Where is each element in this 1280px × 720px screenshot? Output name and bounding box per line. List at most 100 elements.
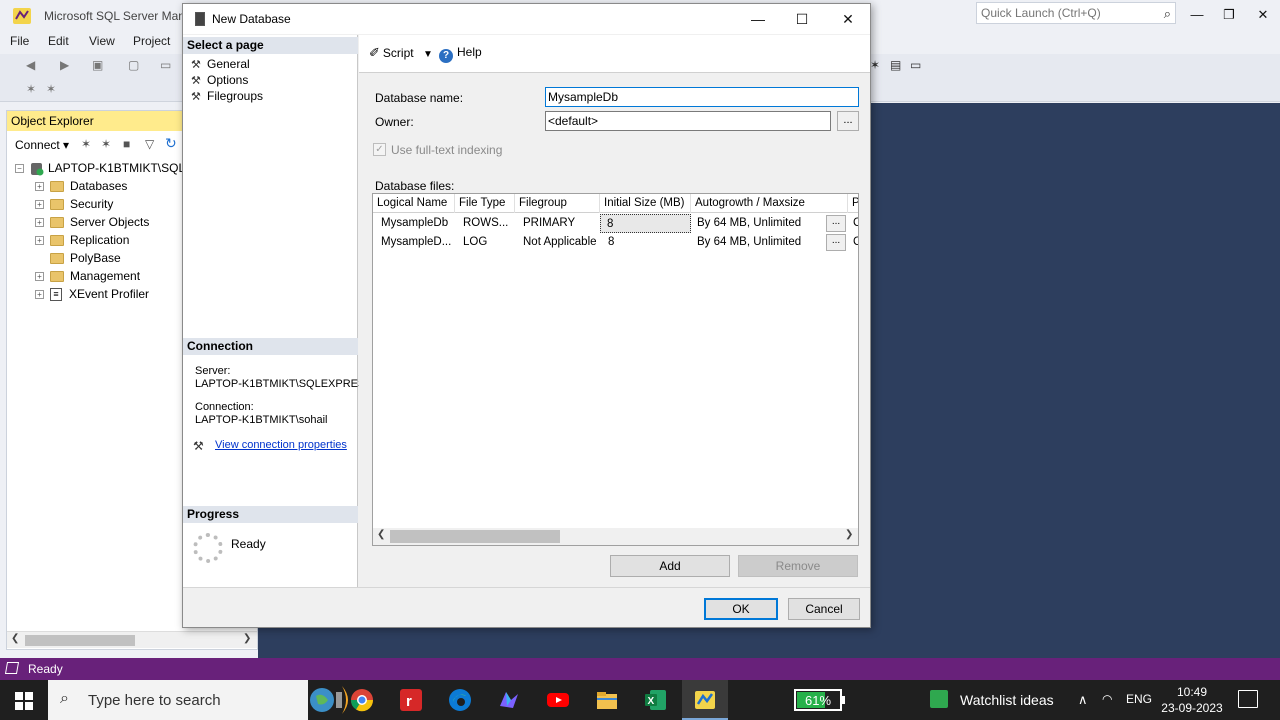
ssms-taskbar-icon[interactable] (693, 688, 717, 712)
start-button[interactable] (0, 680, 48, 720)
cell-initial-size[interactable]: 8 (600, 214, 691, 233)
copilot-icon[interactable] (497, 688, 521, 712)
collapse-icon[interactable]: − (15, 164, 24, 174)
fulltext-checkbox[interactable]: ✓ (373, 143, 386, 156)
col-path[interactable]: P (848, 194, 858, 213)
dialog-close-button[interactable]: ✕ (826, 7, 870, 31)
menu-edit[interactable]: Edit (48, 34, 69, 48)
table-row[interactable]: MysampleD... LOG Not Applicable 8 By 64 … (373, 233, 858, 252)
page-filegroups[interactable]: ⚒ Filegroups (191, 88, 263, 104)
new-project-icon[interactable]: ▣ (92, 58, 103, 72)
new-item-icon[interactable]: ▢ (128, 58, 139, 72)
wifi-icon[interactable]: ◠ (1102, 692, 1112, 706)
expand-icon[interactable]: + (35, 272, 44, 282)
help-button[interactable]: ? Help (439, 45, 482, 63)
taskbar-search[interactable]: ⌕ Type here to search (48, 680, 348, 720)
grid-hscrollbar[interactable]: ❮ ❯ (373, 528, 858, 545)
owner-browse-button[interactable]: ... (837, 111, 859, 131)
col-logical-name[interactable]: Logical Name (373, 194, 455, 213)
toolbar-tool-icon[interactable]: ✶ (870, 58, 880, 72)
edge-icon[interactable] (448, 688, 472, 712)
connect-object-icon[interactable]: ✶ (81, 137, 91, 151)
open-icon[interactable]: ▭ (160, 58, 171, 72)
menu-view[interactable]: View (89, 34, 115, 48)
connect-dropdown[interactable]: Connect ▾ (15, 138, 69, 152)
cancel-button[interactable]: Cancel (788, 598, 860, 620)
cell-path[interactable]: C (851, 214, 858, 233)
menu-file[interactable]: File (10, 34, 29, 48)
scroll-thumb[interactable] (390, 530, 560, 543)
chrome-icon[interactable] (350, 688, 374, 712)
ok-button[interactable]: OK (704, 598, 778, 620)
tree-node-replication[interactable]: + Replication (35, 231, 129, 249)
cell-file-type[interactable]: LOG (455, 233, 515, 252)
minimize-button[interactable]: — (1180, 4, 1214, 26)
cell-initial-size[interactable]: 8 (600, 233, 691, 252)
autogrowth-edit-button[interactable]: ... (826, 234, 846, 251)
col-initial-size[interactable]: Initial Size (MB) (600, 194, 691, 213)
expand-icon[interactable]: + (35, 200, 44, 210)
refresh-icon[interactable]: ↻ (165, 135, 177, 152)
cell-filegroup[interactable]: PRIMARY (515, 214, 600, 233)
scroll-thumb[interactable] (25, 635, 135, 646)
object-explorer-hscrollbar[interactable]: ❮ ❯ (7, 631, 257, 648)
scroll-left-icon[interactable]: ❮ (11, 633, 19, 644)
language-indicator[interactable]: ENG (1126, 692, 1152, 706)
col-filegroup[interactable]: Filegroup (515, 194, 600, 213)
stop-icon[interactable]: ■ (123, 137, 130, 151)
tree-node-polybase[interactable]: PolyBase (50, 249, 121, 267)
cell-logical-name[interactable]: MysampleDb (373, 214, 455, 233)
chevron-down-icon[interactable]: ▼ (423, 49, 433, 60)
expand-icon[interactable]: + (35, 290, 44, 300)
restore-button[interactable]: ❐ (1212, 4, 1246, 26)
tree-server-node[interactable]: − LAPTOP-K1BTMIKT\SQLE (15, 159, 193, 177)
expand-icon[interactable]: + (35, 236, 44, 246)
disconnect-icon[interactable]: ✶ (46, 82, 56, 96)
toolbar-tool3-icon[interactable]: ▭ (910, 58, 921, 72)
rediff-icon[interactable]: r (399, 688, 423, 712)
script-button[interactable]: ✐ Script ▼ (369, 45, 433, 61)
stock-chart-icon[interactable] (930, 690, 948, 708)
col-autogrowth[interactable]: Autogrowth / Maxsize (691, 194, 848, 213)
excel-icon[interactable]: X (644, 688, 668, 712)
tree-node-xevent-profiler[interactable]: + ≡ XEvent Profiler (35, 285, 149, 303)
connect-icon[interactable]: ✶ (26, 82, 36, 96)
filter-icon[interactable]: ▽ (145, 137, 154, 151)
tree-node-management[interactable]: + Management (35, 267, 140, 285)
col-file-type[interactable]: File Type (455, 194, 515, 213)
clock[interactable]: 10:49 23-09-2023 (1160, 684, 1224, 716)
tree-node-server-objects[interactable]: + Server Objects (35, 213, 149, 231)
search-icon[interactable]: ⌕ (1164, 6, 1171, 22)
file-explorer-icon[interactable] (595, 688, 619, 712)
chevron-up-icon[interactable]: ∧ (1078, 692, 1088, 708)
owner-input[interactable] (545, 111, 831, 131)
scroll-right-icon[interactable]: ❯ (845, 529, 853, 540)
dialog-maximize-button[interactable]: ☐ (780, 7, 824, 31)
tree-node-databases[interactable]: + Databases (35, 177, 127, 195)
quick-launch[interactable]: ⌕ (976, 2, 1176, 24)
quick-launch-input[interactable] (977, 3, 1147, 23)
expand-icon[interactable]: + (35, 218, 44, 228)
toolbar-tool2-icon[interactable]: ▤ (890, 58, 901, 72)
youtube-icon[interactable] (546, 688, 570, 712)
expand-icon[interactable]: + (35, 182, 44, 192)
disconnect-object-icon[interactable]: ✶ (101, 137, 111, 151)
view-connection-properties-link[interactable]: View connection properties (215, 439, 347, 451)
cell-file-type[interactable]: ROWS... (455, 214, 515, 233)
database-name-input[interactable] (545, 87, 859, 107)
page-options[interactable]: ⚒ Options (191, 72, 248, 88)
add-button[interactable]: Add (610, 555, 730, 577)
cell-logical-name[interactable]: MysampleD... (373, 233, 455, 252)
scroll-right-icon[interactable]: ❯ (243, 633, 251, 644)
menu-project[interactable]: Project (133, 34, 170, 48)
scroll-left-icon[interactable]: ❮ (377, 529, 385, 540)
autogrowth-edit-button[interactable]: ... (826, 215, 846, 232)
dialog-minimize-button[interactable]: — (736, 7, 780, 31)
cell-path[interactable]: C (851, 233, 858, 252)
back-icon[interactable]: ◀ (26, 58, 35, 72)
tree-node-security[interactable]: + Security (35, 195, 113, 213)
watchlist-widget[interactable]: Watchlist ideas (960, 692, 1054, 708)
table-row[interactable]: MysampleDb ROWS... PRIMARY 8 By 64 MB, U… (373, 214, 858, 233)
remove-button[interactable]: Remove (738, 555, 858, 577)
page-general[interactable]: ⚒ General (191, 56, 250, 72)
